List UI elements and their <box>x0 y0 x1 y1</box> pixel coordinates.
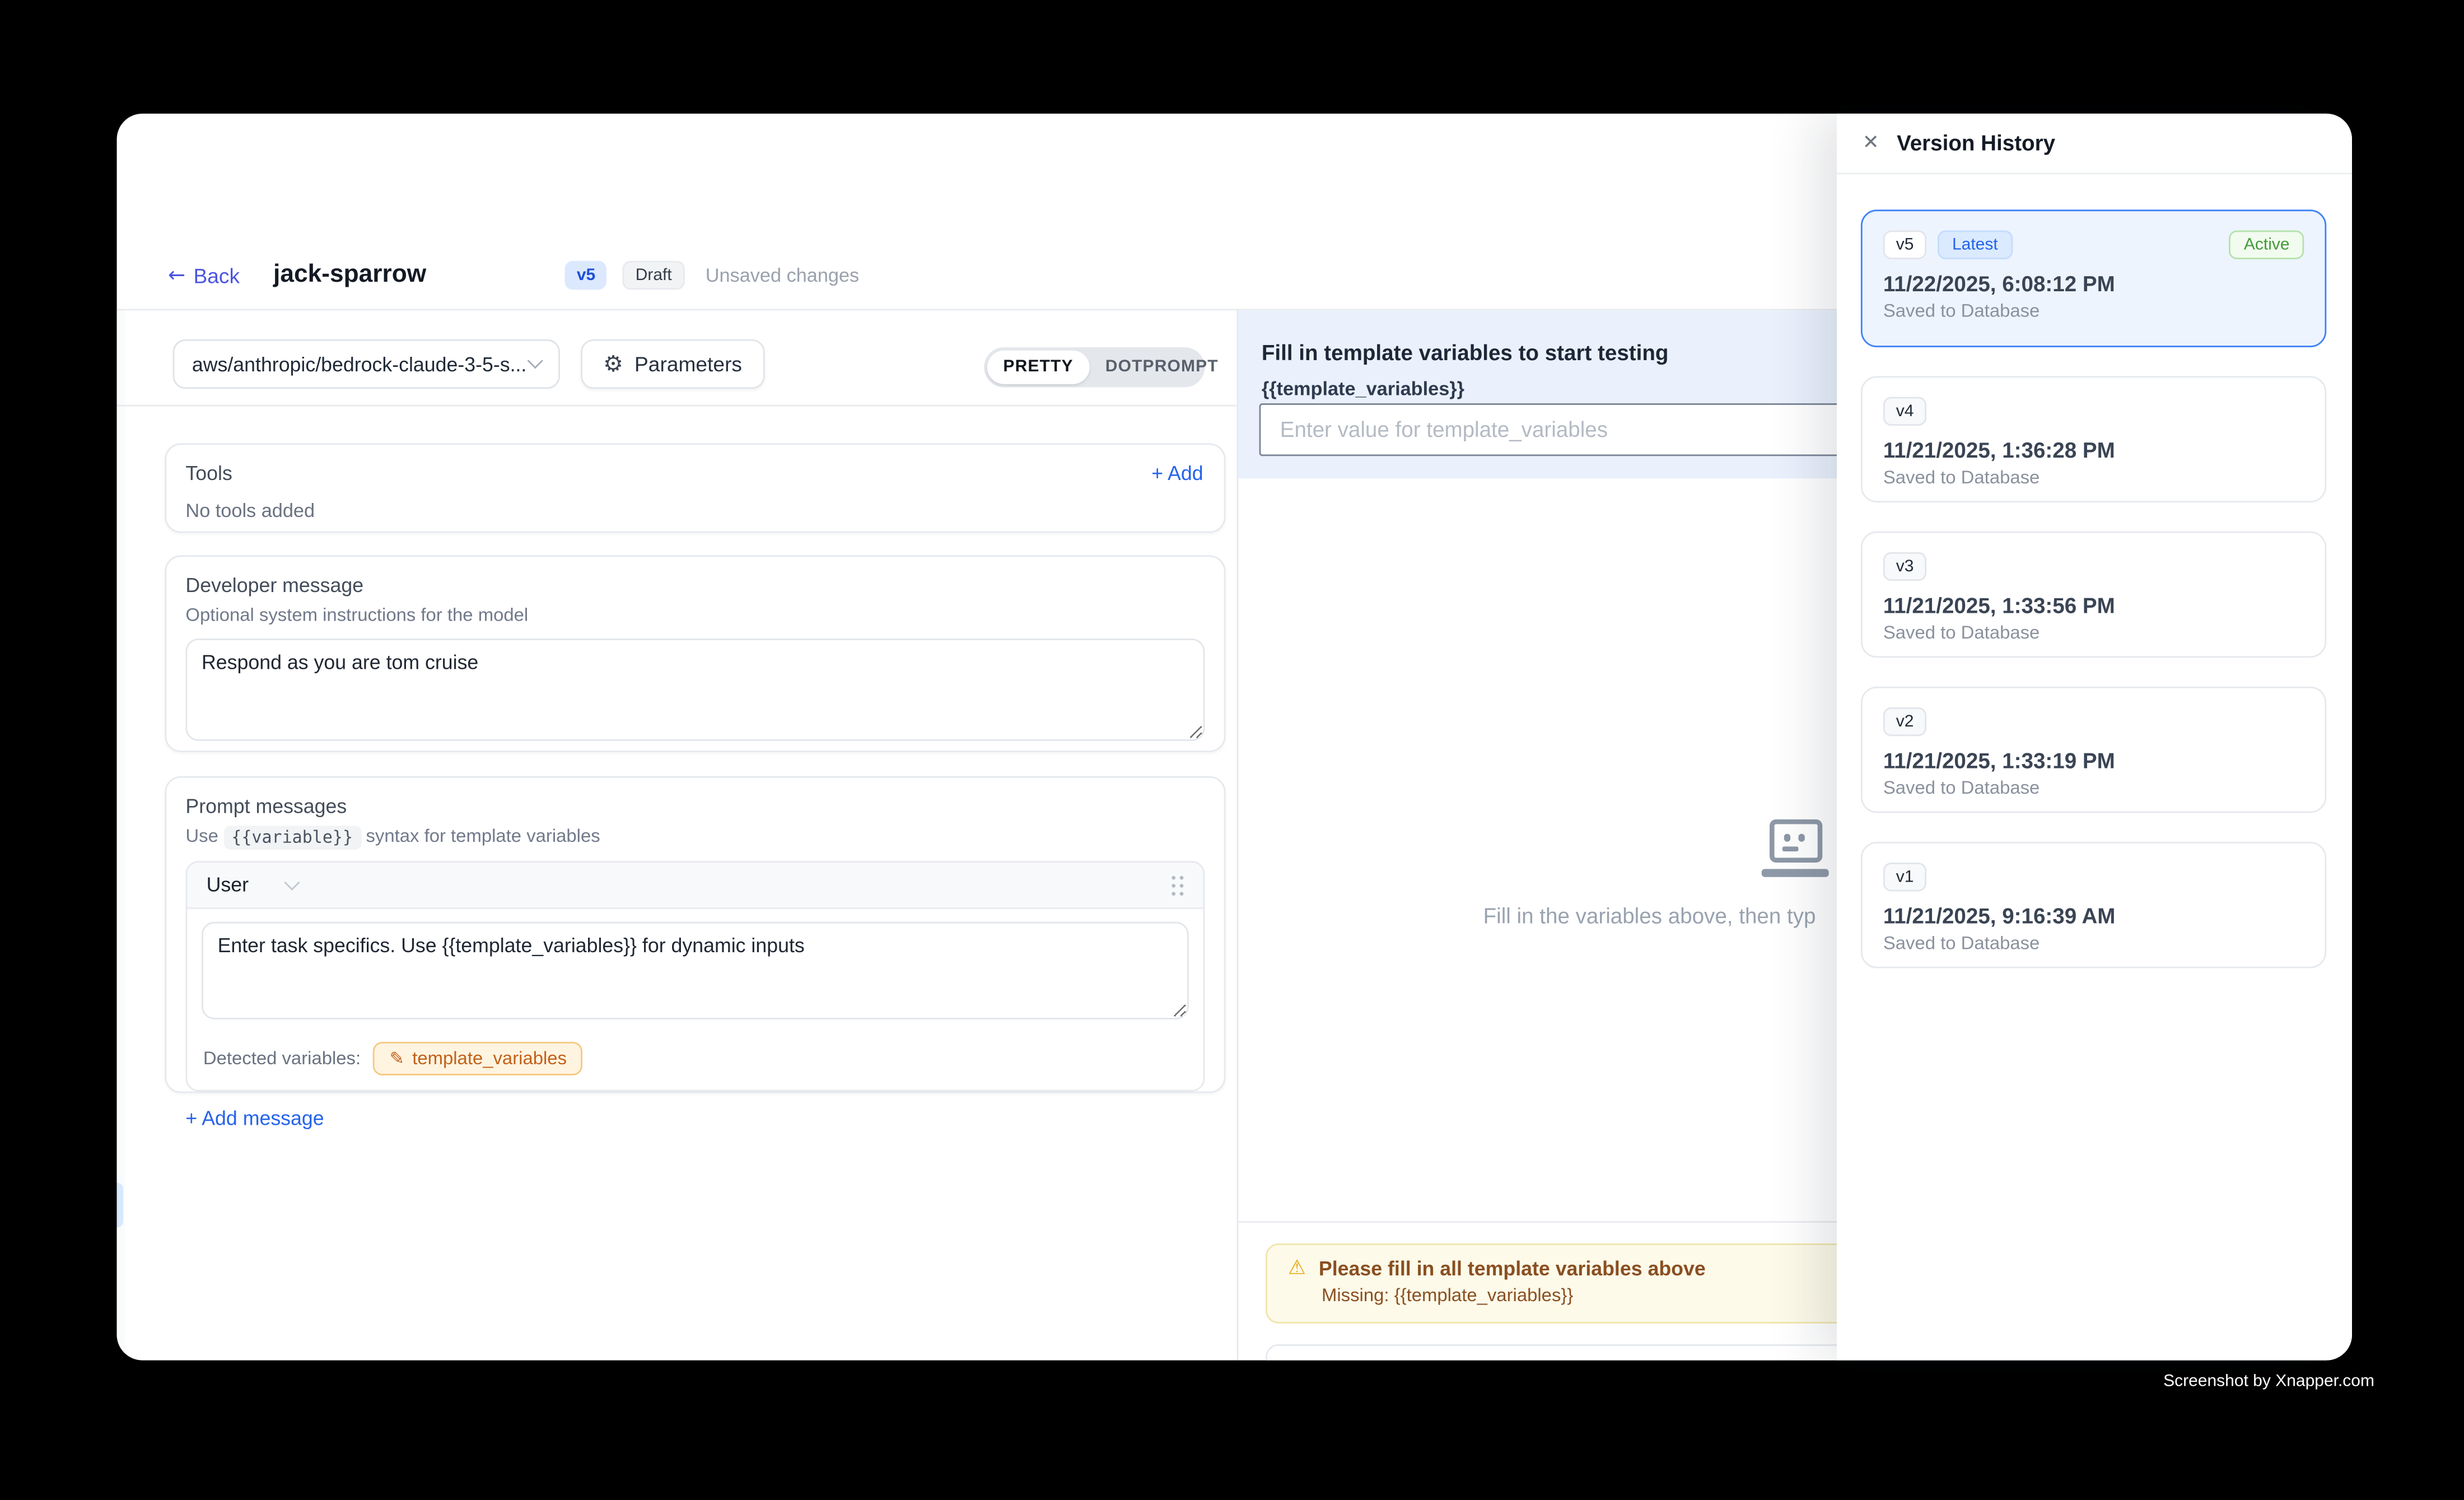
watermark-text: Screenshot by Xnapper.com <box>2163 1372 2374 1391</box>
version-card-v4[interactable]: v4 11/21/2025, 1:36:28 PM Saved to Databas… <box>1861 376 2326 502</box>
chevron-down-icon <box>528 353 543 369</box>
version-number-badge: v3 <box>1883 552 1926 581</box>
pen-icon: ✎ <box>390 1048 404 1069</box>
version-card-v5[interactable]: v5 Latest Active 11/22/2025, 6:08:12 PM Save… <box>1861 209 2326 347</box>
version-card-v1[interactable]: v1 11/21/2025, 9:16:39 AM Saved to Databas… <box>1861 842 2326 968</box>
model-select[interactable]: aws/anthropic/bedrock-claude-3-5-s... <box>173 339 560 389</box>
message-body: Enter task specifics. Use {{template_var… <box>187 909 1203 1031</box>
toggle-pretty[interactable]: PRETTY <box>987 350 1089 383</box>
tools-title: Tools <box>185 463 1205 485</box>
developer-message-textarea[interactable]: Respond as you are tom cruise <box>185 639 1205 741</box>
version-status: Saved to Database <box>1883 624 2304 643</box>
stage: ← Back jack-sparrow v5 Draft Unsaved cha… <box>0 0 2464 1500</box>
version-number-badge: v5 <box>1883 230 1926 259</box>
version-timestamp: 11/21/2025, 1:36:28 PM <box>1883 439 2304 463</box>
version-history-title: Version History <box>1897 131 2055 155</box>
version-timestamp: 11/22/2025, 6:08:12 PM <box>1883 272 2304 296</box>
empty-state-text: Fill in the variables above, then typ <box>1483 904 1816 928</box>
version-card-v3[interactable]: v3 11/21/2025, 1:33:56 PM Saved to Databas… <box>1861 532 2326 658</box>
toggle-dotprompt[interactable]: DOTPROMPT <box>1089 350 1234 383</box>
warning-title: Please fill in all template variables ab… <box>1319 1257 1706 1279</box>
developer-message-title: Developer message <box>185 575 1205 597</box>
toolbar-divider <box>116 405 1236 407</box>
chevron-down-icon <box>284 874 300 889</box>
prompt-messages-card: Prompt messages Use {{variable}} syntax … <box>165 776 1225 1093</box>
subtitle-prefix: Use <box>185 827 218 846</box>
message-block: User Enter task specifics. Use {{templat… <box>185 861 1205 1091</box>
message-header: User <box>187 863 1203 909</box>
active-badge: Active <box>2229 230 2304 259</box>
add-tool-button[interactable]: + Add <box>1151 463 1203 485</box>
format-toggle: PRETTY DOTPROMPT <box>984 347 1205 386</box>
parameters-label: Parameters <box>634 352 742 376</box>
message-textarea[interactable]: Enter task specifics. Use {{template_var… <box>202 922 1189 1019</box>
detected-variables-row: Detected variables: ✎ template_variables <box>187 1031 1203 1090</box>
subtitle-suffix: syntax for template variables <box>366 827 600 846</box>
test-panel-title: Fill in template variables to start test… <box>1262 341 1669 365</box>
version-status: Saved to Database <box>1883 469 2304 488</box>
developer-message-subtitle: Optional system instructions for the mod… <box>185 607 1205 626</box>
model-select-value: aws/anthropic/bedrock-claude-3-5-s... <box>192 353 530 375</box>
add-message-button[interactable]: + Add message <box>185 1107 1205 1130</box>
version-timestamp: 11/21/2025, 9:16:39 AM <box>1883 904 2304 928</box>
detected-variables-label: Detected variables: <box>203 1049 361 1068</box>
developer-message-card: Developer message Optional system instru… <box>165 555 1225 752</box>
back-arrow-icon: ← <box>168 263 185 287</box>
parameters-button[interactable]: ⚙ Parameters <box>581 339 764 389</box>
version-badge: v5 <box>566 261 606 289</box>
prompt-messages-title: Prompt messages <box>185 795 1205 818</box>
detected-variable-name: template_variables <box>412 1049 567 1068</box>
version-list: v5 Latest Active 11/22/2025, 6:08:12 PM Save… <box>1861 209 2326 997</box>
version-status: Saved to Database <box>1883 779 2304 798</box>
tools-empty-text: No tools added <box>185 499 1205 521</box>
latest-badge: Latest <box>1938 230 2012 259</box>
version-timestamp: 11/21/2025, 1:33:56 PM <box>1883 594 2304 618</box>
toast-edge <box>116 1182 123 1227</box>
bot-icon <box>1762 819 1829 876</box>
unsaved-changes-text: Unsaved changes <box>706 264 860 286</box>
version-number-badge: v1 <box>1883 863 1926 891</box>
draft-badge: Draft <box>623 261 685 289</box>
detected-variable-badge[interactable]: ✎ template_variables <box>374 1042 583 1075</box>
warning-icon: ⚠ <box>1288 1258 1306 1278</box>
role-select[interactable]: User <box>207 874 298 896</box>
back-button[interactable]: ← Back <box>168 263 240 287</box>
version-timestamp: 11/21/2025, 1:33:19 PM <box>1883 749 2304 773</box>
title-row: ← Back jack-sparrow v5 Draft Unsaved cha… <box>168 254 859 296</box>
gear-icon: ⚙ <box>603 353 623 375</box>
version-history-drawer: ✕ Version History v5 Latest Active 11/22/20… <box>1837 114 2352 1361</box>
version-number-badge: v4 <box>1883 397 1926 426</box>
variable-syntax-token: {{variable}} <box>223 825 361 849</box>
close-icon[interactable]: ✕ <box>1863 133 1879 153</box>
version-history-header: ✕ Version History <box>1837 114 2352 175</box>
version-status: Saved to Database <box>1883 935 2304 954</box>
version-card-v2[interactable]: v2 11/21/2025, 1:33:19 PM Saved to Databas… <box>1861 687 2326 813</box>
tools-card: Tools + Add No tools added <box>165 443 1225 533</box>
role-value: User <box>207 874 249 896</box>
version-number-badge: v2 <box>1883 707 1926 736</box>
prompt-messages-subtitle: Use {{variable}} syntax for template var… <box>185 827 1205 846</box>
drag-handle-icon[interactable] <box>1170 874 1184 896</box>
version-status: Saved to Database <box>1883 302 2304 322</box>
page-title: jack-sparrow <box>273 261 426 290</box>
template-variable-label: {{template_variables}} <box>1262 378 1464 400</box>
back-label: Back <box>193 263 240 287</box>
